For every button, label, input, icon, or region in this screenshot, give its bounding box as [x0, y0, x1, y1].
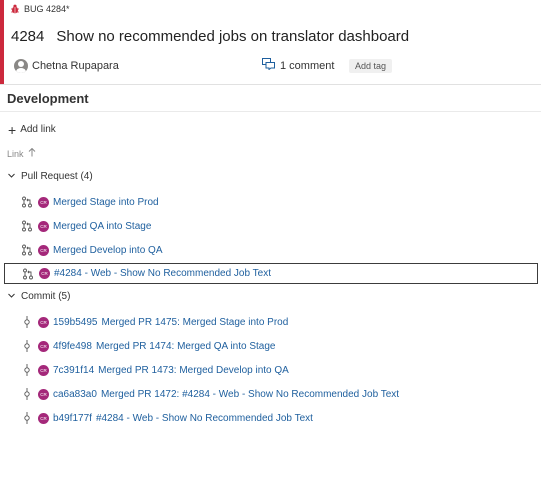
add-link-label: Add link: [20, 124, 56, 135]
pull-request-group-header[interactable]: Pull Request (4): [8, 171, 93, 182]
author-avatar: CR: [38, 388, 49, 400]
commit-hash[interactable]: b49f177f: [53, 413, 92, 424]
pull-request-link[interactable]: #4284 - Web - Show No Recommended Job Te…: [54, 268, 271, 279]
add-tag-button[interactable]: Add tag: [349, 59, 393, 73]
pull-request-link[interactable]: Merged Develop into QA: [53, 245, 163, 256]
author-avatar: CR: [38, 364, 49, 376]
pull-request-link[interactable]: Merged Stage into Prod: [53, 197, 159, 208]
author-avatar: CR: [38, 220, 49, 232]
assignee-avatar-icon[interactable]: [14, 59, 28, 73]
commit-item[interactable]: CR b49f177f #4284 - Web - Show No Recomm…: [20, 408, 313, 428]
commit-link[interactable]: #4284 - Web - Show No Recommended Job Te…: [96, 413, 313, 424]
pull-request-icon: [20, 244, 34, 256]
commit-icon: [20, 412, 34, 424]
plus-icon: +: [8, 121, 17, 138]
link-sort-header[interactable]: Link: [7, 147, 36, 159]
commit-group-label: Commit (5): [21, 291, 71, 302]
pull-request-item[interactable]: CR Merged QA into Stage: [20, 216, 151, 236]
pull-request-item-selected[interactable]: CR #4284 - Web - Show No Recommended Job…: [4, 263, 538, 284]
commit-item[interactable]: CR 7c391f14 Merged PR 1473: Merged Devel…: [20, 360, 289, 380]
work-item-header: BUG 4284* 4284 Show no recommended jobs …: [0, 0, 541, 84]
commit-icon: [20, 340, 34, 352]
pull-request-icon: [21, 268, 35, 280]
commit-link[interactable]: Merged PR 1472: #4284 - Web - Show No Re…: [101, 389, 399, 400]
comment-count: 1 comment: [280, 59, 335, 72]
commit-item[interactable]: CR ca6a83a0 Merged PR 1472: #4284 - Web …: [20, 384, 399, 404]
commit-link[interactable]: Merged PR 1475: Merged Stage into Prod: [102, 317, 289, 328]
work-item-id: 4284: [11, 28, 45, 45]
header-divider: [0, 84, 541, 85]
meta-row: Chetna Rupapara 1 comment Add tag: [12, 58, 532, 76]
work-item-type-color-bar: [0, 0, 4, 84]
title-row: 4284 Show no recommended jobs on transla…: [11, 28, 409, 45]
work-item-title[interactable]: Show no recommended jobs on translator d…: [56, 28, 409, 45]
commit-hash[interactable]: 159b5495: [53, 317, 98, 328]
author-avatar: CR: [38, 244, 49, 256]
commit-hash[interactable]: ca6a83a0: [53, 389, 97, 400]
link-sort-label: Link: [7, 148, 24, 159]
pull-request-group-label: Pull Request (4): [21, 171, 93, 182]
development-section-title: Development: [7, 91, 89, 106]
commit-hash[interactable]: 7c391f14: [53, 365, 94, 376]
commit-icon: [20, 388, 34, 400]
work-item-type: BUG 4284*: [10, 4, 70, 14]
bug-icon: [10, 4, 20, 14]
commit-hash[interactable]: 4f9fe498: [53, 341, 92, 352]
add-link-button[interactable]: + Add link: [8, 121, 56, 138]
chevron-down-icon: [8, 291, 15, 302]
sort-arrow-up-icon: [28, 147, 36, 159]
pull-request-icon: [20, 220, 34, 232]
author-avatar: CR: [38, 412, 49, 424]
pull-request-icon: [20, 196, 34, 208]
commit-item[interactable]: CR 159b5495 Merged PR 1475: Merged Stage…: [20, 312, 288, 332]
chevron-down-icon: [8, 171, 15, 182]
commit-group-header[interactable]: Commit (5): [8, 291, 70, 302]
commit-icon: [20, 364, 34, 376]
commit-item[interactable]: CR 4f9fe498 Merged PR 1474: Merged QA in…: [20, 336, 276, 356]
author-avatar: CR: [38, 316, 49, 328]
assignee-name[interactable]: Chetna Rupapara: [32, 60, 119, 72]
pull-request-item[interactable]: CR Merged Develop into QA: [20, 240, 163, 260]
comment-icon: [262, 58, 275, 73]
work-item-type-label: BUG 4284*: [24, 4, 70, 14]
comments-link[interactable]: 1 comment: [262, 58, 334, 73]
pull-request-item[interactable]: CR Merged Stage into Prod: [20, 192, 159, 212]
commit-link[interactable]: Merged PR 1474: Merged QA into Stage: [96, 341, 276, 352]
commit-link[interactable]: Merged PR 1473: Merged Develop into QA: [98, 365, 289, 376]
pull-request-link[interactable]: Merged QA into Stage: [53, 221, 151, 232]
section-divider: [0, 111, 541, 112]
commit-icon: [20, 316, 34, 328]
author-avatar: CR: [39, 268, 50, 279]
author-avatar: CR: [38, 340, 49, 352]
author-avatar: CR: [38, 196, 49, 208]
